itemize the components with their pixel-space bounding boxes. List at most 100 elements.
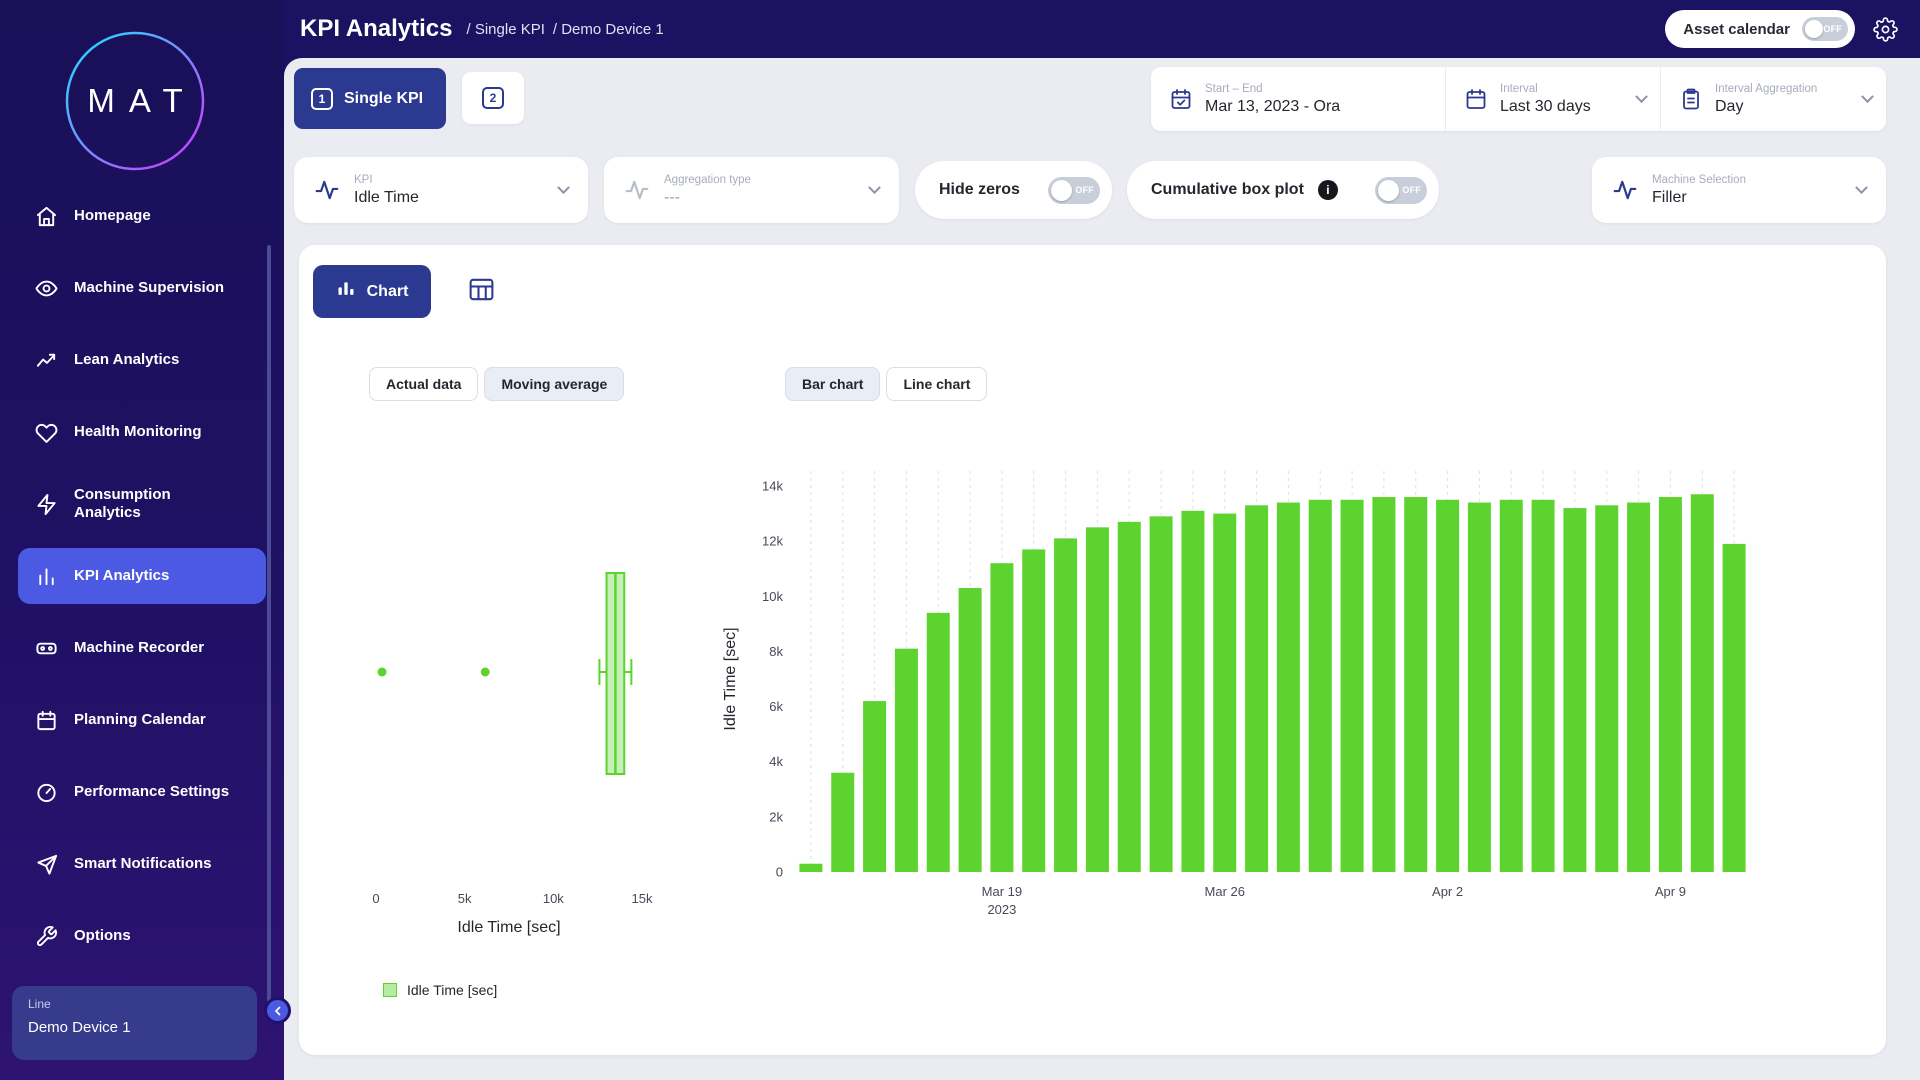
- tab-multi-kpi[interactable]: 2: [462, 72, 524, 124]
- activity-icon: [624, 177, 650, 203]
- bar[interactable]: [1691, 494, 1714, 872]
- bar[interactable]: [1500, 500, 1523, 872]
- bar[interactable]: [1022, 549, 1045, 872]
- svg-text:Apr 2: Apr 2: [1432, 884, 1463, 899]
- toggle-knob: [1378, 180, 1399, 201]
- breadcrumb-item[interactable]: / Single KPI: [467, 21, 545, 38]
- bar[interactable]: [1086, 527, 1109, 872]
- bar[interactable]: [1054, 538, 1077, 872]
- interval-aggregation-field[interactable]: Interval Aggregation Day: [1660, 67, 1886, 131]
- sidebar-item-machine-supervision[interactable]: Machine Supervision: [0, 252, 284, 324]
- bar[interactable]: [831, 773, 854, 872]
- machine-selection-label: Machine Selection: [1652, 174, 1746, 186]
- svg-text:8k: 8k: [769, 644, 783, 659]
- aggregation-type-dropdown[interactable]: Aggregation type ---: [604, 157, 899, 223]
- info-icon[interactable]: [1318, 180, 1338, 200]
- bar[interactable]: [1245, 505, 1268, 872]
- eye-icon: [34, 276, 58, 300]
- sidebar-item-consumption-analytics[interactable]: Consumption Analytics: [0, 468, 284, 540]
- app-logo[interactable]: MAT: [64, 30, 206, 172]
- svg-text:15k: 15k: [632, 891, 653, 906]
- tab-chart[interactable]: Chart: [313, 265, 431, 318]
- boxplot-outlier[interactable]: [481, 668, 490, 677]
- bar[interactable]: [1341, 500, 1364, 872]
- bar[interactable]: [1118, 522, 1141, 872]
- svg-text:10k: 10k: [543, 891, 564, 906]
- bar[interactable]: [1372, 497, 1395, 872]
- asset-calendar-switch[interactable]: OFF: [1802, 17, 1848, 41]
- data-mode-chips: Actual dataMoving average: [369, 367, 624, 401]
- bar[interactable]: [1627, 503, 1650, 872]
- bar[interactable]: [1468, 503, 1491, 872]
- bolt-icon: [34, 492, 58, 516]
- toggle-state-label: OFF: [1823, 24, 1842, 34]
- device-card[interactable]: Line Demo Device 1: [12, 986, 257, 1060]
- chip-moving-average[interactable]: Moving average: [484, 367, 624, 401]
- svg-text:6k: 6k: [769, 699, 783, 714]
- sidebar-item-options[interactable]: Options: [0, 900, 284, 972]
- bar[interactable]: [1181, 511, 1204, 872]
- bar[interactable]: [863, 701, 886, 872]
- chip-line-chart[interactable]: Line chart: [886, 367, 987, 401]
- bar[interactable]: [959, 588, 982, 872]
- sidebar: MAT HomepageMachine SupervisionLean Anal…: [0, 0, 284, 1080]
- interval-label: Interval: [1500, 83, 1591, 95]
- sidebar-item-label: KPI Analytics: [74, 567, 169, 585]
- interval-field[interactable]: Interval Last 30 days: [1445, 67, 1660, 131]
- bar[interactable]: [1277, 503, 1300, 872]
- table-view-icon[interactable]: [467, 275, 496, 304]
- main-area: KPI Analytics / Single KPI/ Demo Device …: [284, 0, 1920, 1080]
- interval-aggregation-value: Day: [1715, 98, 1817, 116]
- bar[interactable]: [799, 864, 822, 872]
- activity-icon: [1612, 177, 1638, 203]
- cumulative-box-plot-control: Cumulative box plot OFF: [1127, 161, 1439, 219]
- chart-legend[interactable]: Idle Time [sec]: [383, 982, 497, 998]
- boxplot-outlier[interactable]: [378, 668, 387, 677]
- tab-single-kpi[interactable]: 1 Single KPI: [294, 68, 446, 129]
- logo-text: MAT: [64, 30, 206, 172]
- sidebar-item-homepage[interactable]: Homepage: [0, 180, 284, 252]
- sidebar-item-performance-settings[interactable]: Performance Settings: [0, 756, 284, 828]
- bar[interactable]: [1309, 500, 1332, 872]
- device-name: Demo Device 1: [28, 1019, 241, 1036]
- sidebar-item-lean-analytics[interactable]: Lean Analytics: [0, 324, 284, 396]
- bar[interactable]: [1404, 497, 1427, 872]
- sidebar-item-smart-notifications[interactable]: Smart Notifications: [0, 828, 284, 900]
- sidebar-collapse-button[interactable]: [264, 997, 291, 1024]
- bar[interactable]: [1723, 544, 1746, 872]
- date-range-field[interactable]: Start – End Mar 13, 2023 - Ora: [1151, 67, 1445, 131]
- bar[interactable]: [1436, 500, 1459, 872]
- bar[interactable]: [927, 613, 950, 872]
- sidebar-scrollbar[interactable]: [267, 245, 271, 1002]
- chip-bar-chart[interactable]: Bar chart: [785, 367, 880, 401]
- sidebar-item-health-monitoring[interactable]: Health Monitoring: [0, 396, 284, 468]
- sidebar-item-planning-calendar[interactable]: Planning Calendar: [0, 684, 284, 756]
- asset-calendar-toggle-pill[interactable]: Asset calendar OFF: [1665, 10, 1855, 48]
- bar[interactable]: [1563, 508, 1586, 872]
- chip-actual-data[interactable]: Actual data: [369, 367, 478, 401]
- top-header: KPI Analytics / Single KPI/ Demo Device …: [284, 0, 1920, 58]
- cumulative-box-plot-switch[interactable]: OFF: [1375, 177, 1427, 204]
- bar[interactable]: [895, 649, 918, 872]
- aggregation-type-value: ---: [664, 189, 751, 207]
- breadcrumb-item[interactable]: / Demo Device 1: [553, 21, 664, 38]
- bar[interactable]: [990, 563, 1013, 872]
- svg-text:2023: 2023: [987, 902, 1016, 917]
- chart-tab-label: Chart: [367, 283, 409, 301]
- sidebar-item-label: Smart Notifications: [74, 855, 212, 873]
- machine-selection-dropdown[interactable]: Machine Selection Filler: [1592, 157, 1886, 223]
- sidebar-item-machine-recorder[interactable]: Machine Recorder: [0, 612, 284, 684]
- bar[interactable]: [1150, 516, 1173, 872]
- device-line-label: Line: [28, 997, 241, 1011]
- bar[interactable]: [1595, 505, 1618, 872]
- asset-calendar-label: Asset calendar: [1683, 21, 1790, 38]
- bar[interactable]: [1532, 500, 1555, 872]
- bar[interactable]: [1659, 497, 1682, 872]
- kpi-dropdown[interactable]: KPI Idle Time: [294, 157, 588, 223]
- kpi-value: Idle Time: [354, 189, 419, 207]
- sidebar-item-kpi-analytics[interactable]: KPI Analytics: [18, 548, 266, 604]
- settings-gear-icon[interactable]: [1873, 17, 1898, 42]
- bar[interactable]: [1213, 514, 1236, 872]
- chart-type-chips: Bar chartLine chart: [785, 367, 987, 401]
- hide-zeros-switch[interactable]: OFF: [1048, 177, 1100, 204]
